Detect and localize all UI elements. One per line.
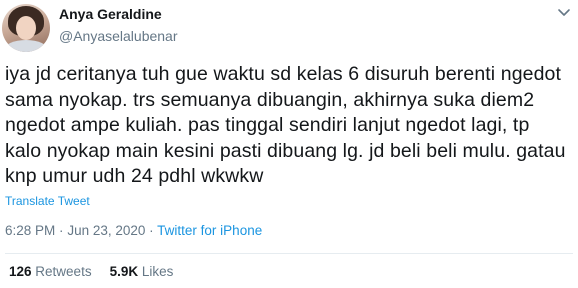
user-display-name[interactable]: Anya Geraldine — [59, 6, 162, 22]
retweets-stat[interactable]: 126 Retweets — [9, 264, 92, 279]
tweet-text-line: kalo nyokap main kesini pasti dibuang lg… — [5, 139, 566, 162]
tweet-date[interactable]: Jun 23, 2020 — [67, 223, 145, 238]
tweet-card: Anya Geraldine @Anyaselalubenar iya jd c… — [0, 0, 578, 288]
tweet-source-link[interactable]: Twitter for iPhone — [157, 223, 262, 238]
tweet-text-line: iya jd ceritanya tuh gue waktu sd kelas … — [5, 63, 561, 85]
tweet-text: iya jd ceritanya tuh gue waktu sd kelas … — [5, 62, 575, 190]
retweets-label: Retweets — [35, 264, 92, 279]
avatar-shoulders — [4, 40, 48, 52]
tweet-stats: 126 Retweets 5.9K Likes — [9, 264, 173, 279]
meta-separator: · — [149, 223, 154, 238]
likes-count: 5.9K — [109, 264, 139, 279]
likes-label: Likes — [141, 264, 174, 279]
tweet-text-line: ngedot ampe kuliah. pas tinggal sendiri … — [5, 114, 530, 136]
divider — [5, 253, 573, 254]
tweet-time[interactable]: 6:28 PM — [5, 223, 55, 238]
avatar-face — [16, 16, 36, 40]
retweets-count: 126 — [9, 264, 32, 279]
chevron-down-icon[interactable] — [556, 4, 572, 20]
user-handle[interactable]: @Anyaselalubenar — [59, 28, 178, 44]
tweet-text-line: knp umur udh 24 pdhl wkwkw — [5, 165, 264, 187]
meta-separator: · — [59, 223, 64, 238]
tweet-text-line: sama nyokap. trs semuanya dibuangin, akh… — [5, 88, 535, 111]
avatar[interactable] — [2, 4, 50, 52]
likes-stat[interactable]: 5.9K Likes — [110, 264, 174, 279]
translate-tweet-link[interactable]: Translate Tweet — [5, 194, 90, 208]
tweet-meta: 6:28 PM · Jun 23, 2020 · Twitter for iPh… — [5, 223, 262, 238]
